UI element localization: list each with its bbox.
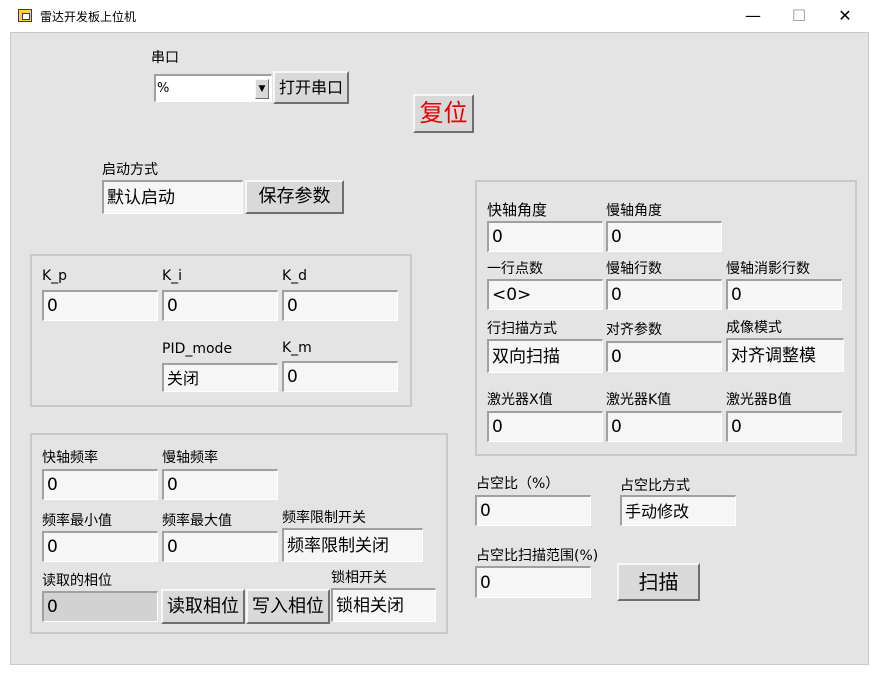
kp-label: K_p [42, 268, 68, 284]
fast-angle-label: 快轴角度 [487, 201, 548, 219]
laser-x-input[interactable]: 0 [487, 411, 603, 442]
freq-min-label: 频率最小值 [42, 513, 112, 529]
phase-read-label: 读取的相位 [42, 573, 112, 589]
app-icon [18, 9, 32, 22]
reset-button[interactable]: 复位 [413, 94, 474, 133]
fast-freq-label: 快轴频率 [42, 450, 98, 466]
freq-limit-label: 频率限制开关 [282, 510, 366, 526]
scan-button[interactable]: 扫描 [617, 563, 700, 601]
slow-blank-lines-label: 慢轴消影行数 [726, 261, 810, 277]
duty-cycle-label: 占空比（%） [476, 476, 560, 492]
fast-freq-input[interactable]: 0 [42, 469, 158, 500]
freq-limit-switch[interactable]: 频率限制关闭 [282, 528, 423, 562]
close-button[interactable]: ✕ [822, 0, 868, 32]
km-label: K_m [282, 340, 312, 356]
slow-lines-label: 慢轴行数 [606, 261, 662, 277]
align-param-input[interactable]: 0 [606, 341, 722, 372]
serial-port-value: % [157, 81, 170, 96]
duty-scan-range-label: 占空比扫描范围(%) [476, 548, 599, 564]
duty-cycle-input[interactable]: 0 [475, 495, 591, 526]
save-params-button[interactable]: 保存参数 [245, 180, 344, 214]
phase-lock-label: 锁相开关 [331, 570, 387, 586]
km-input[interactable]: 0 [282, 361, 398, 392]
freq-min-input[interactable]: 0 [42, 531, 158, 562]
duty-mode-value[interactable]: 手动修改 [620, 495, 736, 526]
serial-label: 串口 [151, 50, 179, 66]
window-bottom-edge [0, 665, 879, 675]
freq-max-label: 频率最大值 [162, 513, 232, 529]
kp-input[interactable]: 0 [42, 290, 158, 321]
open-serial-button[interactable]: 打开串口 [273, 71, 349, 104]
line-scan-mode-label: 行扫描方式 [487, 321, 557, 337]
freq-max-input[interactable]: 0 [162, 531, 278, 562]
imaging-mode-label: 成像模式 [726, 320, 782, 336]
startup-mode-label: 启动方式 [102, 162, 158, 178]
phase-read-value: 0 [42, 591, 158, 622]
slow-blank-lines-input[interactable]: 0 [726, 279, 842, 310]
kd-input[interactable]: 0 [282, 290, 398, 321]
write-phase-button[interactable]: 写入相位 [246, 589, 330, 624]
serial-port-combo[interactable]: % ▼ [154, 74, 272, 102]
duty-mode-label: 占空比方式 [620, 478, 690, 494]
phase-lock-switch[interactable]: 锁相关闭 [331, 588, 436, 622]
laser-b-input[interactable]: 0 [726, 411, 842, 442]
startup-mode-value[interactable]: 默认启动 [102, 180, 243, 214]
line-points-value[interactable]: <0> [487, 279, 603, 310]
ki-label: K_i [162, 268, 183, 284]
laser-k-label: 激光器K值 [606, 392, 672, 408]
slow-freq-label: 慢轴频率 [162, 450, 218, 466]
maximize-button[interactable]: ☐ [776, 0, 822, 32]
chevron-down-icon[interactable]: ▼ [255, 79, 269, 99]
minimize-button[interactable]: — [730, 0, 776, 32]
ki-input[interactable]: 0 [162, 290, 278, 321]
laser-x-label: 激光器X值 [487, 392, 553, 408]
laser-k-input[interactable]: 0 [606, 411, 722, 442]
laser-b-label: 激光器B值 [726, 392, 792, 408]
read-phase-button[interactable]: 读取相位 [161, 589, 245, 624]
slow-angle-input[interactable]: 0 [606, 221, 722, 252]
imaging-mode-value[interactable]: 对齐调整模 [726, 338, 844, 372]
window-title: 雷达开发板上位机 [40, 10, 137, 24]
slow-angle-label: 慢轴角度 [606, 203, 662, 219]
kd-label: K_d [282, 268, 308, 284]
pid-mode-value[interactable]: 关闭 [162, 363, 278, 392]
slow-lines-input[interactable]: 0 [606, 279, 722, 310]
title-bar: 雷达开发板上位机 — ☐ ✕ [0, 0, 879, 32]
pid-mode-label: PID_mode [162, 341, 233, 357]
align-param-label: 对齐参数 [606, 322, 662, 338]
duty-scan-range-input[interactable]: 0 [475, 566, 591, 598]
fast-angle-input[interactable]: 0 [487, 221, 603, 252]
slow-freq-input[interactable]: 0 [162, 469, 278, 500]
line-points-label: 一行点数 [487, 261, 543, 277]
line-scan-mode-value[interactable]: 双向扫描 [487, 339, 603, 373]
